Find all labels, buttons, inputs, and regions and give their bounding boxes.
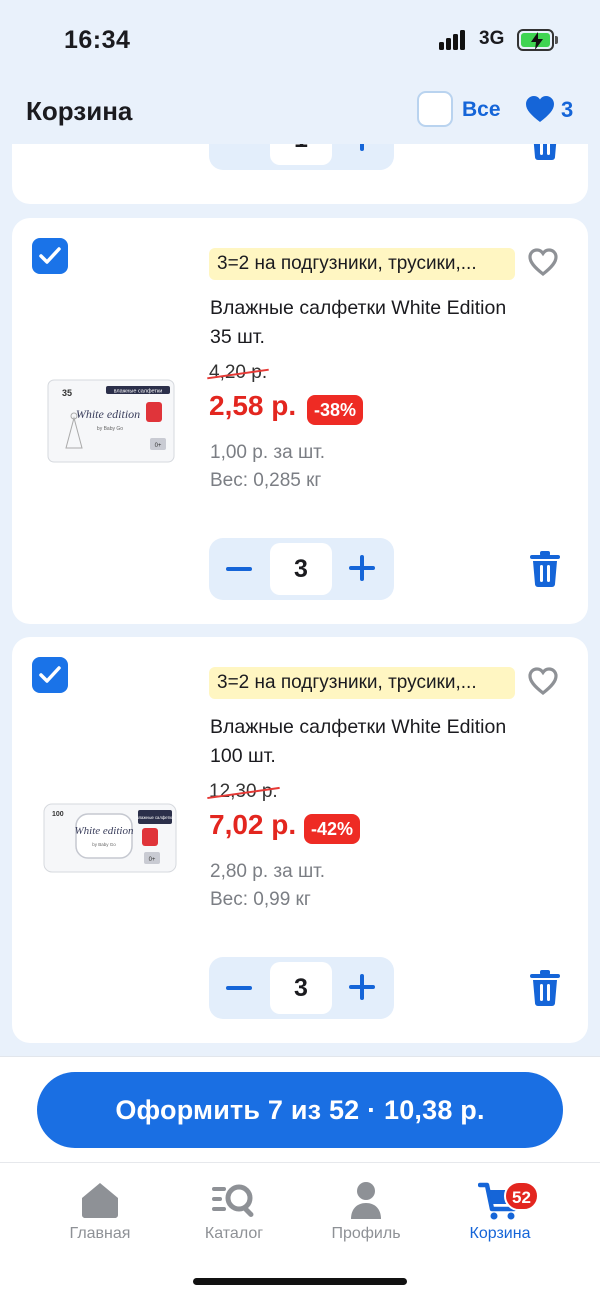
cart-item-card: влажные салфетки 35 White edition by Bab… bbox=[12, 218, 588, 624]
status-time: 16:34 bbox=[64, 26, 131, 54]
minus-icon[interactable] bbox=[224, 555, 254, 583]
quantity-stepper: 3 bbox=[209, 957, 394, 1019]
quantity-value[interactable]: 3 bbox=[270, 962, 332, 1014]
signal-icon bbox=[439, 30, 469, 50]
heart-outline-icon[interactable] bbox=[527, 247, 559, 277]
quantity-value[interactable]: 1 bbox=[270, 144, 332, 165]
network-type: 3G bbox=[479, 28, 505, 49]
battery-icon bbox=[517, 29, 559, 51]
package-label: влажные салфетки bbox=[114, 389, 163, 395]
cart-badge: 52 bbox=[504, 1181, 539, 1211]
package-sub: by Baby Go bbox=[92, 842, 116, 847]
tab-home[interactable]: Главная bbox=[40, 1163, 160, 1253]
status-bar: 16:34 3G bbox=[0, 0, 600, 80]
old-price: 4,20 р. bbox=[207, 362, 269, 384]
checkout-area: Оформить 7 из 52 · 10,38 р. bbox=[0, 1056, 600, 1162]
package-count: 35 bbox=[62, 388, 72, 398]
header: Корзина Все 3 bbox=[0, 80, 600, 144]
package-age: 0+ bbox=[149, 857, 156, 863]
tab-label: Главная bbox=[69, 1225, 131, 1242]
tab-profile[interactable]: Профиль bbox=[306, 1163, 426, 1253]
package-sub: by Baby Go bbox=[97, 426, 123, 432]
tab-cart[interactable]: 52 Корзина bbox=[440, 1163, 560, 1253]
checkmark-icon bbox=[39, 666, 61, 683]
weight: Вес: 0,285 кг bbox=[210, 470, 322, 491]
page-title: Корзина bbox=[26, 96, 133, 126]
tab-label: Профиль bbox=[331, 1225, 401, 1242]
quantity-stepper: 1 bbox=[209, 144, 394, 170]
package-count: 100 bbox=[52, 811, 64, 818]
plus-icon[interactable] bbox=[347, 972, 377, 1002]
tab-label: Каталог bbox=[204, 1225, 264, 1242]
profile-icon bbox=[351, 1182, 381, 1219]
item-checkbox[interactable] bbox=[32, 657, 68, 693]
cart-list: 1 влажные салфетки 35 White edition by B… bbox=[0, 144, 600, 1056]
trash-icon[interactable] bbox=[528, 551, 562, 587]
heart-outline-icon[interactable] bbox=[527, 666, 559, 696]
minus-icon[interactable] bbox=[224, 144, 254, 153]
cart-item-card: White edition by Baby Go 100 влажные сал… bbox=[12, 637, 588, 1043]
new-price: 2,58 р. bbox=[209, 390, 297, 421]
discount-badge: -38% bbox=[307, 395, 364, 425]
item-checkbox[interactable] bbox=[32, 238, 68, 274]
package-brand: White edition bbox=[75, 825, 134, 837]
product-name[interactable]: Влажные салфетки White Edition 35 шт. bbox=[210, 294, 510, 352]
product-image[interactable]: White edition by Baby Go 100 влажные сал… bbox=[42, 802, 178, 874]
unit-price: 1,00 р. за шт. bbox=[210, 442, 326, 463]
quantity-stepper: 3 bbox=[209, 538, 394, 600]
home-icon bbox=[82, 1183, 118, 1218]
favorites-count[interactable]: 3 bbox=[561, 97, 573, 123]
minus-icon[interactable] bbox=[224, 974, 254, 1002]
promo-label[interactable]: 3=2 на подгузники, трусики,... bbox=[209, 667, 515, 699]
promo-label[interactable]: 3=2 на подгузники, трусики,... bbox=[209, 248, 515, 280]
discount-badge: -42% bbox=[304, 814, 361, 844]
select-all-checkbox[interactable] bbox=[417, 91, 453, 127]
product-name[interactable]: Влажные салфетки White Edition 100 шт. bbox=[210, 713, 510, 771]
select-all-label[interactable]: Все bbox=[462, 98, 501, 122]
heart-filled-icon[interactable] bbox=[525, 95, 555, 123]
package-label: влажные салфетки bbox=[136, 815, 174, 820]
checkout-button[interactable]: Оформить 7 из 52 · 10,38 р. bbox=[37, 1072, 563, 1148]
package-brand: White edition bbox=[76, 407, 140, 421]
product-image[interactable]: влажные салфетки 35 White edition by Bab… bbox=[46, 378, 176, 464]
package-age: 0+ bbox=[155, 443, 162, 449]
tab-bar: Главная Каталог Профиль 52 Корзина bbox=[0, 1162, 600, 1297]
plus-icon[interactable] bbox=[347, 144, 377, 153]
plus-icon[interactable] bbox=[347, 553, 377, 583]
cart-item-card: 1 bbox=[12, 144, 588, 204]
catalog-search-icon bbox=[212, 1184, 254, 1217]
quantity-value[interactable]: 3 bbox=[270, 543, 332, 595]
home-indicator bbox=[193, 1278, 407, 1285]
trash-icon[interactable] bbox=[528, 144, 562, 160]
unit-price: 2,80 р. за шт. bbox=[210, 861, 326, 882]
weight: Вес: 0,99 кг bbox=[210, 889, 311, 910]
checkmark-icon bbox=[39, 247, 61, 264]
tab-catalog[interactable]: Каталог bbox=[174, 1163, 294, 1253]
new-price: 7,02 р. bbox=[209, 809, 297, 840]
tab-label: Корзина bbox=[469, 1225, 531, 1242]
old-price: 12,30 р. bbox=[207, 781, 280, 803]
trash-icon[interactable] bbox=[528, 970, 562, 1006]
